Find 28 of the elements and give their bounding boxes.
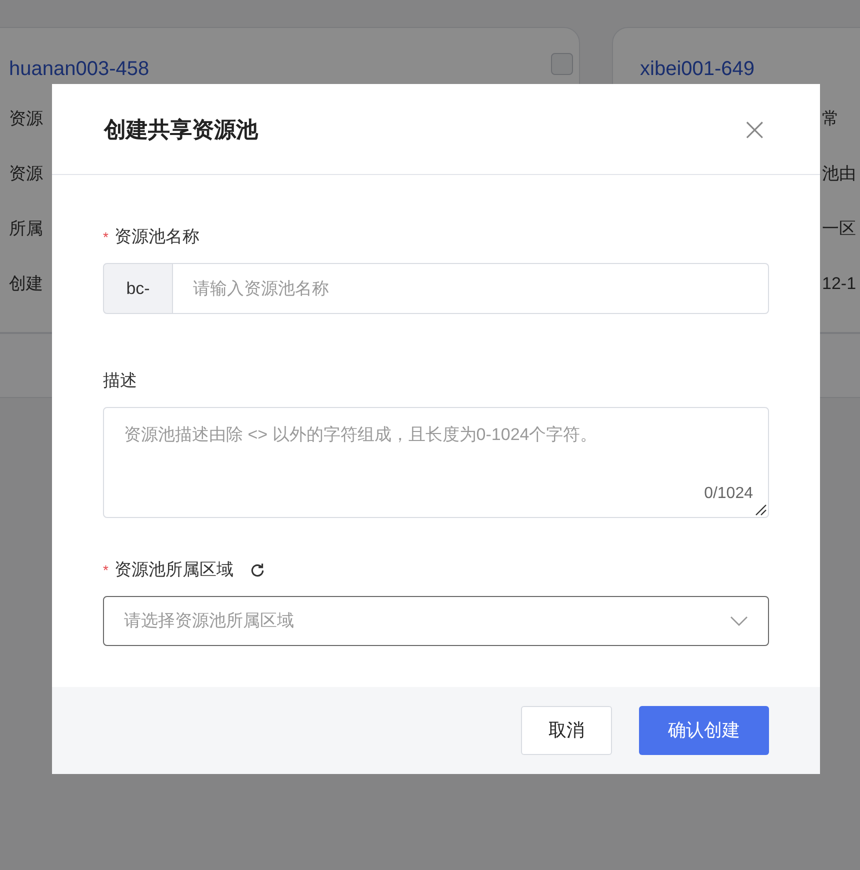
card-field-text: 一区 bbox=[822, 218, 856, 240]
card-field-text: 资源 bbox=[9, 163, 43, 185]
name-input-field[interactable]: 请输入资源池名称 bbox=[173, 263, 769, 314]
field-label: 描述 bbox=[103, 370, 137, 392]
card-field-text: 池由 bbox=[822, 163, 856, 185]
dialog-title: 创建共享资源池 bbox=[104, 116, 258, 144]
card-field-text: 资源 bbox=[9, 108, 43, 130]
card-field-text: 常 bbox=[822, 108, 839, 130]
required-asterisk: * bbox=[103, 228, 108, 246]
card-field-text: 所属 bbox=[9, 218, 43, 240]
field-label: 资源池所属区域 bbox=[114, 559, 234, 582]
confirm-create-button[interactable]: 确认创建 bbox=[639, 706, 769, 755]
card-field-text: 创建 bbox=[9, 273, 43, 295]
card-title-link[interactable]: xibei001-649 bbox=[640, 54, 755, 84]
checkbox[interactable] bbox=[551, 53, 573, 75]
select-placeholder: 请选择资源池所属区域 bbox=[124, 610, 294, 632]
field-label: 资源池名称 bbox=[114, 226, 200, 248]
cancel-button[interactable]: 取消 bbox=[521, 706, 612, 755]
card-field-text: 12-1 bbox=[822, 273, 856, 295]
card-title-link[interactable]: huanan003-458 bbox=[9, 54, 150, 84]
refresh-icon[interactable] bbox=[249, 562, 266, 578]
region-select[interactable]: 请选择资源池所属区域 bbox=[103, 596, 769, 646]
chevron-down-icon bbox=[730, 616, 748, 626]
required-asterisk: * bbox=[103, 560, 108, 580]
character-counter: 0/1024 bbox=[704, 484, 753, 504]
close-button[interactable]: × bbox=[741, 113, 768, 145]
resize-handle-icon[interactable] bbox=[755, 504, 767, 516]
input-prefix: bc- bbox=[103, 263, 173, 314]
